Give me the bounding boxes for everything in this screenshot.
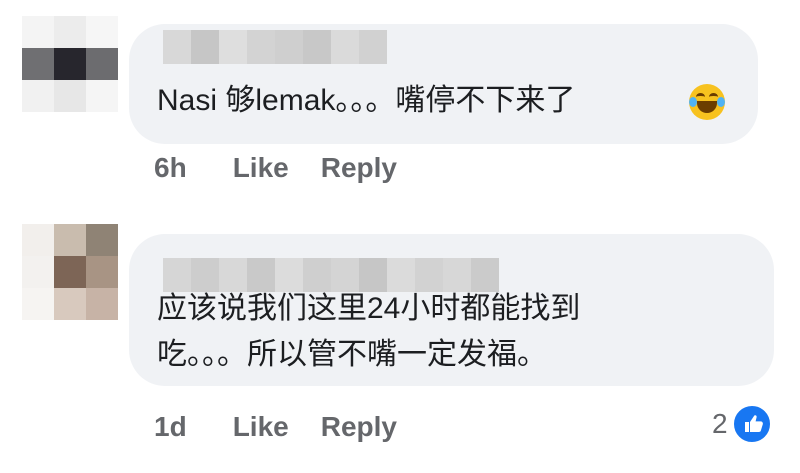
like-button[interactable]: Like [233, 152, 289, 184]
comment-actions: 6h Like Reply [154, 152, 429, 184]
reaction-count: 2 [712, 408, 728, 439]
comment-bubble: 应该说我们这里24小时都能找到 吃。。。所以管不嘴一定发福。 [129, 234, 774, 386]
commenter-name-blurred[interactable] [163, 30, 387, 64]
laughing-crying-emoji-icon [689, 84, 725, 120]
thumbs-up-icon [731, 404, 772, 444]
comment-timestamp[interactable]: 1d [154, 411, 187, 443]
reply-button[interactable]: Reply [321, 152, 397, 184]
comment-text-line: 吃。。。所以管不嘴一定发福。 [157, 338, 547, 371]
commenter-avatar[interactable] [22, 16, 118, 128]
comment-text-line: 应该说我们这里24小时都能找到 [157, 292, 581, 325]
reaction-summary[interactable]: 2 [712, 404, 772, 444]
comment-bubble: Nasi 够lemak。。。嘴停不下来了 [129, 24, 758, 144]
comment-actions: 1d Like Reply [154, 411, 429, 443]
comment-timestamp[interactable]: 6h [154, 152, 187, 184]
reply-button[interactable]: Reply [321, 411, 397, 443]
commenter-avatar[interactable] [22, 224, 118, 336]
comment-text-content: Nasi 够lemak。。。嘴停不下来了 [157, 84, 576, 117]
comment-text: Nasi 够lemak。。。嘴停不下来了 [157, 78, 575, 124]
comment-text: 应该说我们这里24小时都能找到 吃。。。所以管不嘴一定发福。 [157, 286, 580, 378]
like-button[interactable]: Like [233, 411, 289, 443]
